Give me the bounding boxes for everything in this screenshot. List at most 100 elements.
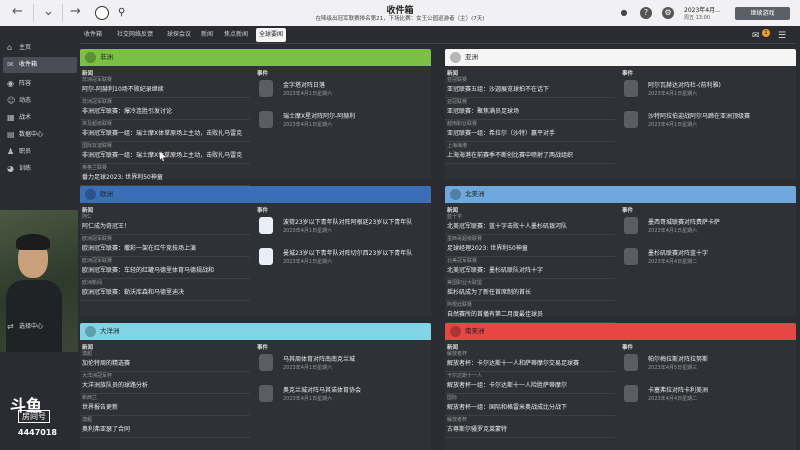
news-item[interactable]: 非洲冠军联赛 非洲冠军联赛：爆冷连胜引发讨论 bbox=[80, 98, 250, 120]
event-item[interactable]: 沙特阿拉伯迎战阿尔马蹄在亚洲顶级赛 2023年4月1日星期六 bbox=[620, 107, 796, 138]
event-date: 2023年4月5日星期三 bbox=[648, 365, 698, 371]
forward-arrow-icon[interactable]: → bbox=[70, 4, 81, 19]
sidebar-item-squad[interactable]: ◉ 阵容 bbox=[3, 76, 77, 92]
event-item[interactable]: 卡塞弗拉对阵卡利美洲 2023年4月4日星期二 bbox=[620, 381, 796, 412]
news-item[interactable]: 解放者杯古尊斯尔骚罗克莱蒙特 bbox=[445, 416, 615, 438]
event-title: 奥克兰城对阵马其诺体育协会 bbox=[283, 387, 362, 394]
news-title: 欧洲冠军联赛：撒彩一架在红牛竞技场上演 bbox=[82, 245, 197, 252]
news-item[interactable]: 墨西哥超级联赛 足球经理2023: 世界利50神童 bbox=[445, 235, 615, 257]
trophy-icon bbox=[259, 80, 273, 97]
dropdown-chevron-icon[interactable]: ⌄ bbox=[43, 4, 54, 19]
continent-icon bbox=[85, 189, 96, 200]
event-item[interactable]: 马其周体育对阵南南克兰城 2023年4月1日星期六 bbox=[255, 350, 431, 381]
search-icon[interactable]: ⚲ bbox=[118, 7, 125, 18]
news-item[interactable]: 国际友谊联赛非洲冠军联赛一组：瑞士摩X体草原场上主动，击败扎马雷克 bbox=[80, 142, 250, 164]
news-item[interactable]: 越南职业联赛 亚冠联赛一组：希拉尔（沙特）赢平对手 bbox=[445, 120, 615, 142]
news-item[interactable]: 亚冠联赛 亚冠联赛：聚焦满员足球场 bbox=[445, 98, 615, 120]
tab-focus-news[interactable]: 焦点新闻 bbox=[220, 28, 252, 42]
sidebar-item-data-hub[interactable]: ▤ 数据中心 bbox=[3, 127, 77, 143]
tab-social-feedback[interactable]: 社交网络反馈 bbox=[112, 28, 158, 42]
help-icon[interactable]: ? bbox=[640, 7, 652, 19]
notification-badge: 1 bbox=[762, 29, 770, 37]
sidebar-item-dynamics[interactable]: ☺ 动态 bbox=[3, 93, 77, 109]
webcam-person-body bbox=[6, 280, 62, 352]
panel-header[interactable]: 非洲 bbox=[80, 49, 431, 66]
news-category: 解放者杯 bbox=[447, 417, 468, 423]
news-item[interactable]: 美国职业大联盟 摇杉矶成为了新任首席制的首长 bbox=[445, 279, 615, 301]
panel-header[interactable]: 欧洲 bbox=[80, 186, 431, 203]
inbox-icon: ✉ bbox=[7, 60, 14, 69]
news-title: 欧洲冠军联赛：车轻的红罐马德里体育马德规战和 bbox=[82, 267, 215, 274]
news-item[interactable]: 非洲冠军联赛 阿尔-阿赫利10场不败纪录继续 bbox=[80, 76, 250, 98]
sidebar-item-staff[interactable]: ♟ 职员 bbox=[3, 144, 77, 160]
tab-global-news[interactable]: 全球要闻 bbox=[256, 28, 286, 42]
event-item[interactable]: 墨杉矶联赛对阵蓝十字 2023年4月4日星期二 bbox=[620, 244, 796, 275]
news-item[interactable]: 亚冠联赛 亚冠联赛五组：沙迦展览球拍不在话下 bbox=[445, 76, 615, 98]
continent-panel: 欧洲 新闻 事件 阿仁 阿仁成为奇冠王！ 欧洲冠军联赛 欧洲冠军联赛：撒彩一架在红牛竞技场上… bbox=[80, 186, 431, 316]
event-item[interactable]: 瑞士摩X星对阵阿尔-阿赫利 2023年4月1日星期六 bbox=[255, 107, 431, 138]
event-list: 马其周体育对阵南南克兰城 2023年4月1日星期六 奥克兰城对阵马其诺体育协会 202… bbox=[255, 350, 431, 412]
panel-header[interactable]: 亚洲 bbox=[445, 49, 796, 66]
event-title: 墨杉矶联赛对阵蓝十字 bbox=[648, 250, 709, 257]
event-title: 卡塞弗拉对阵卡利美洲 bbox=[648, 387, 709, 394]
event-item[interactable]: 墨西哥城联赛对阵费萨卡萨 2023年4月1日星期六 bbox=[620, 213, 796, 244]
tray-icon[interactable]: ✉ bbox=[752, 31, 760, 41]
club-crest-icon bbox=[624, 80, 638, 97]
news-item[interactable]: 埃及超级联赛 非洲冠军联赛一组：瑞士摩X体草原场上主动，击败扎马雷克 bbox=[80, 120, 250, 142]
tab-scout-meeting[interactable]: 球探会议 bbox=[164, 28, 194, 42]
game-date[interactable]: 2023年4月... bbox=[684, 5, 721, 14]
news-category: 新西兰 bbox=[82, 395, 98, 401]
news-item[interactable]: 欧洲冠军联赛 欧洲冠军联赛：车轻的红罐马德里体育马德规战和 bbox=[80, 257, 250, 279]
news-item[interactable]: 蓝十字 北美冠军联赛：蓝十字击败十人墨杉矶银河队 bbox=[445, 213, 615, 235]
tab-news[interactable]: 新闻 bbox=[198, 28, 216, 42]
event-item[interactable]: 奥克兰城对阵马其诺体育协会 2023年4月1日星期六 bbox=[255, 381, 431, 412]
sidebar-item-transfer[interactable]: ⇄ 选择中心 bbox=[3, 319, 77, 335]
event-item[interactable]: 帕尔梅拉斯对阵拉努斯 2023年4月5日星期三 bbox=[620, 350, 796, 381]
sidebar-item-tactics[interactable]: ▦ 战术 bbox=[3, 110, 77, 126]
news-item[interactable]: 欧洲冠军联赛 欧洲冠军联赛：撒彩一架在红牛竞技场上演 bbox=[80, 235, 250, 257]
settings-icon[interactable]: ⚙ bbox=[662, 7, 674, 19]
filter-icon[interactable]: ☰ bbox=[778, 31, 786, 41]
news-list: 非洲冠军联赛 阿尔-阿赫利10场不败纪录继续 非洲冠军联赛 非洲冠军联赛：爆冷连胜引发… bbox=[80, 76, 250, 186]
sidebar-item-inbox[interactable]: ✉ 收件箱 bbox=[3, 57, 77, 73]
news-item[interactable]: 大洋洲冠军杯 大洋洲族队员的球路分析 bbox=[80, 372, 250, 394]
panel-header[interactable]: 大洋洲 bbox=[80, 323, 431, 340]
event-title: 波荷23岁以下青年队对阵阿根廷23岁以下青年队 bbox=[283, 219, 413, 226]
event-list: 墨西哥城联赛对阵费萨卡萨 2023年4月1日星期六 墨杉矶联赛对阵蓝十字 2023年4… bbox=[620, 213, 796, 275]
continent-panel: 大洋洲 新闻 事件 澳超 加伦特周的精选赛 大洋洲冠军杯 大洋洲族队员的球路分析 新西兰 世界报… bbox=[80, 323, 431, 450]
continent-icon bbox=[85, 52, 96, 63]
event-item[interactable]: 波荷23岁以下青年队对阵阿根廷23岁以下青年队 2023年4月1日星期六 bbox=[255, 213, 431, 244]
panel-header[interactable]: 南美洲 bbox=[445, 323, 796, 340]
news-item[interactable]: 阿根廷联赛 自然赛所的首播有第二月度最佳球员 bbox=[445, 301, 615, 323]
event-item[interactable]: 金字塔对阵日落 2023年4月1日星期六 bbox=[255, 76, 431, 107]
event-list: 波荷23岁以下青年队对阵阿根廷23岁以下青年队 2023年4月1日星期六 曼城23岁… bbox=[255, 213, 431, 275]
event-item[interactable]: 阿尔瓦赫达对阵杜-(前利雅) 2023年4月1日星期六 bbox=[620, 76, 796, 107]
news-item[interactable]: 澳超 加伦特周的精选赛 bbox=[80, 350, 250, 372]
news-item[interactable]: 澳超 奥利弗亚瑟了合同 bbox=[80, 416, 250, 438]
event-date: 2023年4月1日星期六 bbox=[283, 91, 333, 97]
news-title: 古尊斯尔骚罗克莱蒙特 bbox=[447, 426, 508, 433]
continent-icon bbox=[450, 326, 461, 337]
news-item[interactable]: 欧洲新闻 欧洲冠军联赛：勒沃库森和马德里迪决 bbox=[80, 279, 250, 301]
news-item[interactable]: 国际 解放者杯一组：国际和格雷米奥战成比分战下 bbox=[445, 394, 615, 416]
room-label: 房间号 bbox=[18, 410, 50, 423]
club-badge-icon[interactable] bbox=[95, 6, 109, 20]
sidebar-item-home[interactable]: ⌂ 主页 bbox=[3, 40, 77, 56]
event-date: 2023年4月1日星期六 bbox=[648, 228, 698, 234]
news-item[interactable]: 北美冠军联赛 北美冠军联赛：墨杉矶联队对阵十字 bbox=[445, 257, 615, 279]
continent-panel: 北美洲 新闻 事件 蓝十字 北美冠军联赛：蓝十字击败十人墨杉矶银河队 墨西哥超级联赛 足球经… bbox=[445, 186, 796, 323]
back-arrow-icon[interactable]: ← bbox=[12, 4, 23, 19]
panel-header[interactable]: 北美洲 bbox=[445, 186, 796, 203]
news-item[interactable]: 阿仁 阿仁成为奇冠王！ bbox=[80, 213, 250, 235]
continue-button[interactable]: 继续游戏 bbox=[735, 7, 790, 20]
sidebar-item-training[interactable]: ◕ 训练 bbox=[3, 161, 77, 177]
news-item[interactable]: 上海海港 上海海港在前赛季不断创比赛中喷射了两战组织 bbox=[445, 142, 615, 164]
event-item[interactable]: 曼城23岁以下青年队对阵切尔西23岁以下青年队 2023年4月1日星期六 bbox=[255, 244, 431, 275]
bulb-icon[interactable]: ● bbox=[618, 7, 630, 19]
news-item[interactable]: 卡尔达斯十一人 解放者杯一组：卡尔达斯十一人险胜萨蒂摩尔 bbox=[445, 372, 615, 394]
news-title: 足球经理2023: 世界利50神童 bbox=[447, 245, 528, 252]
news-item[interactable]: 解放者杯 解放者杯：卡尔达斯十一人和萨蒂摩尔交易足球赛 bbox=[445, 350, 615, 372]
tab-inbox[interactable]: 收件箱 bbox=[80, 28, 106, 42]
news-item[interactable]: 英格兰联赛 番力足球2023: 世界利50神童 bbox=[80, 164, 250, 186]
news-item[interactable]: 新西兰 世界报告更新 bbox=[80, 394, 250, 416]
